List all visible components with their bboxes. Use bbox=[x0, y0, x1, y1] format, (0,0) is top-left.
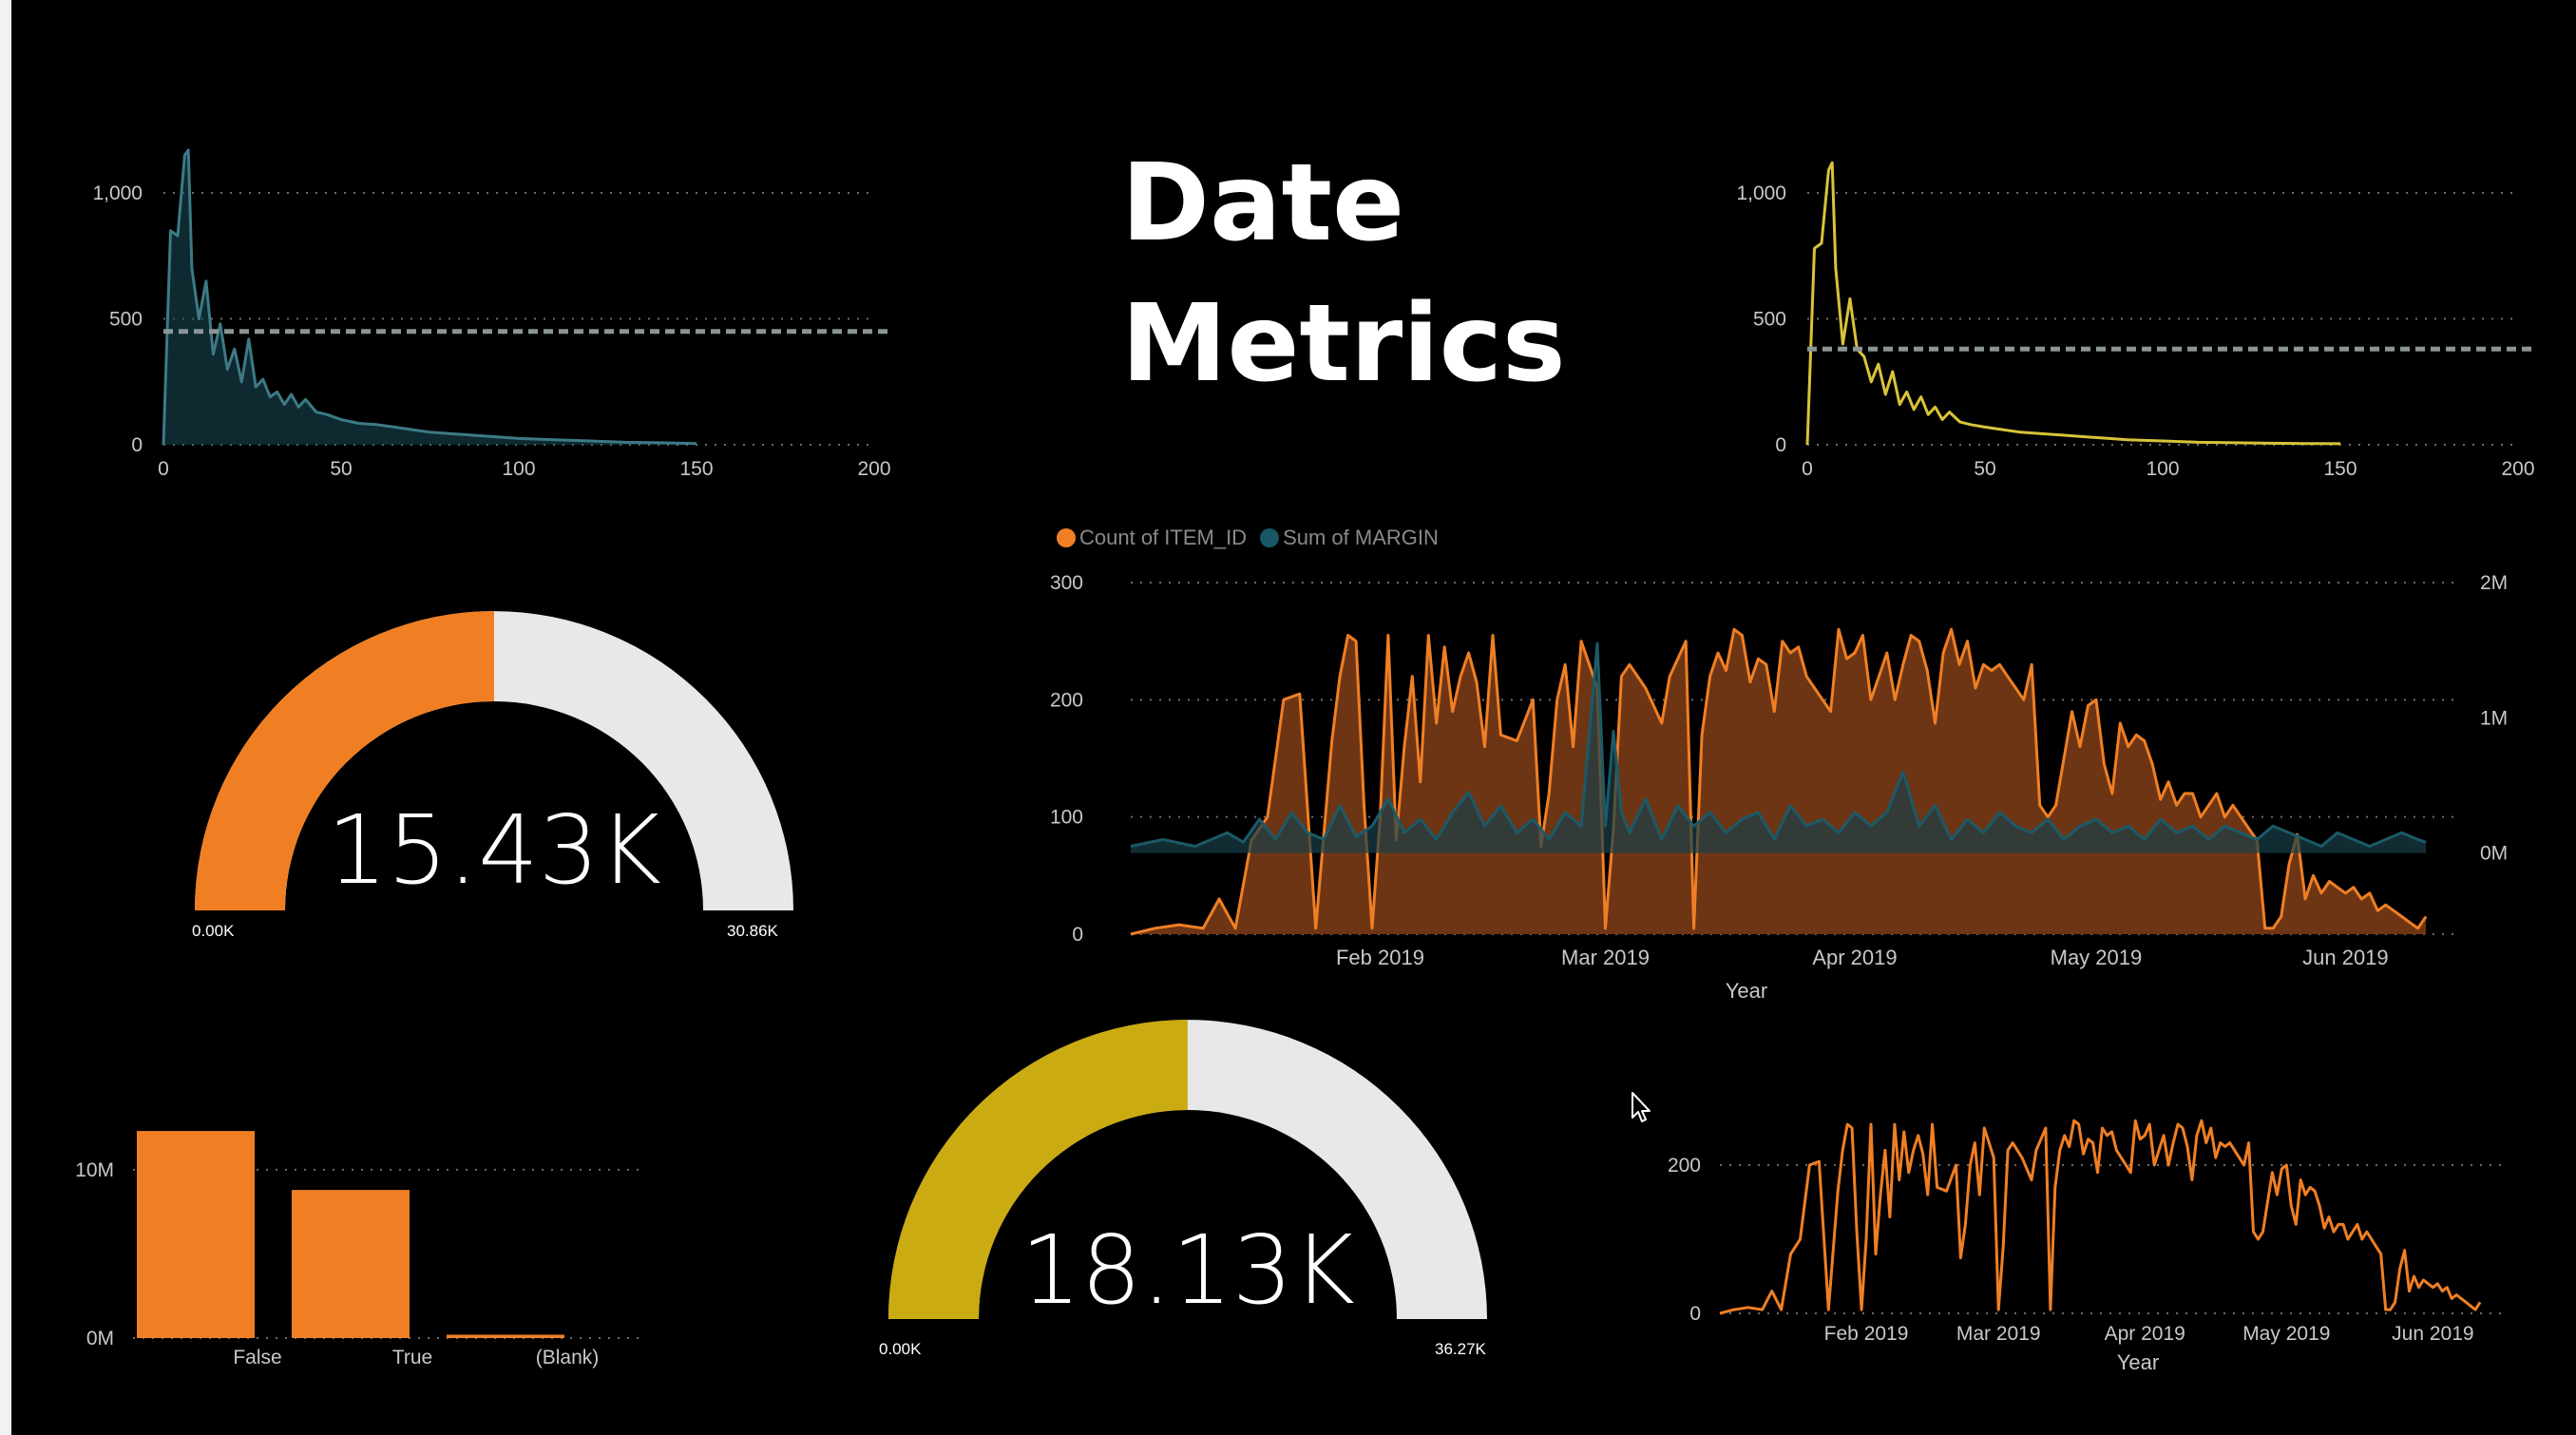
gauge-yellow-min: 0.00K bbox=[879, 1340, 922, 1358]
title-line-2: Metrics bbox=[1121, 282, 1566, 406]
histogram-teal-xtick-label: 200 bbox=[857, 458, 890, 480]
histogram-teal-ytick-label: 500 bbox=[109, 309, 143, 331]
mouse-cursor-icon bbox=[1631, 1092, 1651, 1122]
window-edge bbox=[0, 0, 11, 1435]
histogram-teal-area bbox=[163, 149, 696, 445]
gauge-orange-max: 30.86K bbox=[727, 922, 778, 940]
histogram-yellow-xtick-label: 100 bbox=[2146, 458, 2179, 480]
small-line-xtick-label: Apr 2019 bbox=[2105, 1323, 2185, 1345]
legend-dot-teal-icon bbox=[1260, 528, 1280, 547]
gauge-yellow[interactable]: 18.13K 0.00K 36.27K bbox=[865, 1007, 1511, 1368]
small-line-xtick-label: Jun 2019 bbox=[2392, 1323, 2473, 1345]
small-line-ytick-label: 200 bbox=[1668, 1155, 1701, 1177]
combo-ytick-right-label: 2M bbox=[2480, 572, 2508, 594]
gauge-yellow-value: 18.13K bbox=[1021, 1215, 1355, 1326]
gauge-yellow-max: 36.27K bbox=[1435, 1340, 1486, 1358]
small-line-xtick-label: May 2019 bbox=[2242, 1323, 2330, 1345]
histogram-teal-svg: 0 500 1,000 0 50 100 150 200 bbox=[92, 148, 891, 480]
histogram-teal-xtick-label: 0 bbox=[158, 458, 169, 480]
bar-chart-svg: 0M 10M False True (Blank) bbox=[75, 1131, 646, 1368]
histogram-yellow-xtick-label: 50 bbox=[1974, 458, 1995, 480]
histogram-yellow-ytick-label: 1,000 bbox=[1736, 182, 1786, 204]
small-line-ytick-label: 0 bbox=[1689, 1303, 1701, 1325]
histogram-yellow-ytick-label: 0 bbox=[1775, 434, 1786, 456]
line-chart-small-svg: 0 200 Feb 2019 Mar 2019 Apr 2019 May 2019 Jun … bbox=[1668, 1119, 2509, 1374]
combo-ytick-left-label: 300 bbox=[1050, 572, 1083, 594]
combo-ytick-left-label: 100 bbox=[1050, 807, 1083, 829]
small-line-xaxis-title: Year bbox=[2117, 1350, 2159, 1374]
combo-legend: Count of ITEM_ID Sum of MARGIN bbox=[1057, 524, 1439, 552]
combo-xtick-label: Feb 2019 bbox=[1336, 946, 1424, 969]
legend-dot-orange-icon bbox=[1057, 528, 1076, 547]
histogram-teal-ytick-label: 1,000 bbox=[92, 182, 143, 204]
histogram-yellow-ytick-label: 500 bbox=[1753, 309, 1786, 331]
combo-xaxis-title: Year bbox=[1726, 979, 1767, 1003]
legend-item-margin[interactable]: Sum of MARGIN bbox=[1260, 526, 1439, 550]
histogram-teal-xtick-label: 150 bbox=[679, 458, 713, 480]
bar-category-label: (Blank) bbox=[536, 1347, 600, 1368]
combo-xtick-label: Jun 2019 bbox=[2302, 946, 2389, 969]
histogram-yellow-xtick-label: 0 bbox=[1802, 458, 1813, 480]
combo-ytick-left-label: 0 bbox=[1072, 924, 1083, 946]
gauge-orange-svg bbox=[195, 611, 793, 910]
legend-label-count: Count of ITEM_ID bbox=[1079, 526, 1248, 549]
small-line-xtick-label: Mar 2019 bbox=[1956, 1323, 2041, 1345]
combo-ytick-right-label: 0M bbox=[2480, 843, 2508, 865]
combo-xtick-label: May 2019 bbox=[2051, 946, 2143, 969]
histogram-teal-xtick-label: 50 bbox=[330, 458, 352, 480]
histogram-yellow-xtick-label: 200 bbox=[2501, 458, 2534, 480]
histogram-yellow-series-line bbox=[1805, 161, 2341, 446]
combo-xtick-label: Mar 2019 bbox=[1561, 946, 1650, 969]
bar-category-label: False bbox=[233, 1347, 281, 1368]
bar-chart-false-true[interactable]: 0M 10M False True (Blank) bbox=[57, 1083, 665, 1397]
page-title: Date Metrics bbox=[1121, 133, 1653, 414]
combo-ytick-left-label: 200 bbox=[1050, 689, 1083, 711]
histogram-yellow-svg: 0 500 1,000 0 50 100 150 200 bbox=[1736, 161, 2535, 480]
histogram-teal-ytick-label: 0 bbox=[131, 434, 143, 456]
bar-false bbox=[137, 1131, 255, 1338]
combo-timeseries-svg: 0 100 200 300 0M 1M 2M Feb 2019 Mar 2019 Apr 2019… bbox=[1050, 572, 2508, 1003]
bar-blank bbox=[447, 1334, 564, 1338]
combo-xtick-label: Apr 2019 bbox=[1812, 946, 1897, 969]
combo-timeseries-chart[interactable]: 0 100 200 300 0M 1M 2M Feb 2019 Mar 2019 Apr 2019… bbox=[1036, 561, 2556, 1007]
legend-item-count[interactable]: Count of ITEM_ID bbox=[1057, 526, 1247, 550]
gauge-orange-value: 15.43K bbox=[327, 794, 661, 906]
combo-ytick-right-label: 1M bbox=[2480, 707, 2508, 729]
bar-ytick-label: 0M bbox=[86, 1328, 114, 1349]
title-line-1: Date bbox=[1121, 142, 1405, 265]
legend-label-margin: Sum of MARGIN bbox=[1283, 526, 1439, 549]
histogram-yellow-chart[interactable]: 0 500 1,000 0 50 100 150 200 bbox=[1701, 95, 2537, 494]
bar-ytick-label: 10M bbox=[75, 1159, 114, 1181]
histogram-teal-xtick-label: 100 bbox=[502, 458, 535, 480]
bar-true bbox=[292, 1190, 410, 1338]
gauge-orange[interactable]: 15.43K 0.00K 30.86K bbox=[171, 599, 817, 960]
line-chart-small[interactable]: 0 200 Feb 2019 Mar 2019 Apr 2019 May 2019 Jun … bbox=[1663, 1074, 2537, 1397]
histogram-teal-chart[interactable]: 0 500 1,000 0 50 100 150 200 bbox=[57, 95, 893, 494]
small-line-series bbox=[1719, 1119, 2482, 1315]
small-line-xtick-label: Feb 2019 bbox=[1824, 1323, 1909, 1345]
gauge-orange-min: 0.00K bbox=[192, 922, 235, 940]
histogram-yellow-xtick-label: 150 bbox=[2323, 458, 2357, 480]
bar-category-label: True bbox=[392, 1347, 432, 1368]
